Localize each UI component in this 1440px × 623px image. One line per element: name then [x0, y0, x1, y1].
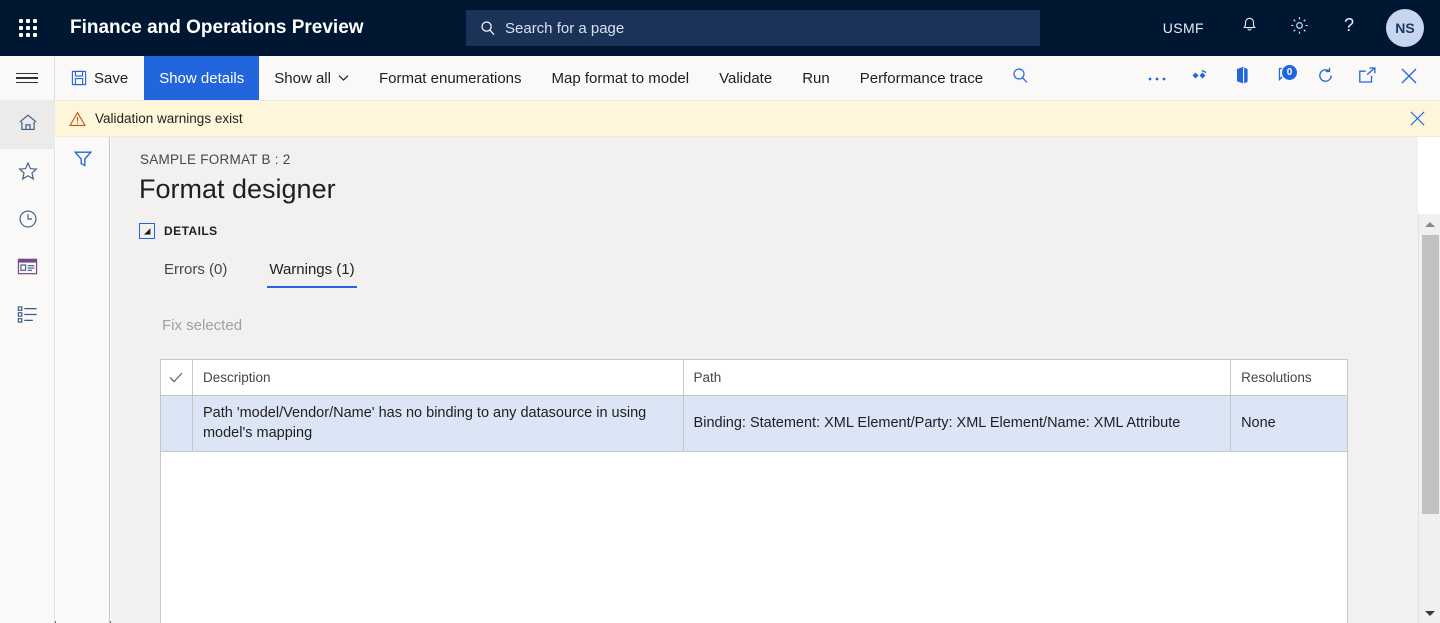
help-question-icon: ? [1339, 15, 1359, 41]
sidebar-item-workspaces[interactable] [0, 245, 55, 293]
left-navigation-rail [0, 101, 55, 623]
save-label: Save [94, 69, 129, 87]
show-all-label: Show all [274, 69, 331, 87]
list-icon [17, 305, 38, 329]
settings-gear-icon [1289, 15, 1310, 41]
column-header-resolutions[interactable]: Resolutions [1231, 360, 1347, 395]
save-button[interactable]: Save [55, 56, 144, 100]
tab-warnings[interactable]: Warnings (1) [267, 257, 357, 288]
cell-resolutions: None [1241, 414, 1276, 431]
refresh-button[interactable] [1304, 56, 1346, 100]
fix-selected-button[interactable]: Fix selected [162, 317, 242, 334]
office-app-button[interactable] [1220, 56, 1262, 100]
filter-pane [56, 137, 110, 623]
grid-select-all-header[interactable] [161, 360, 193, 395]
cell-path: Binding: Statement: XML Element/Party: X… [684, 396, 1232, 452]
map-format-to-model-button[interactable]: Map format to model [537, 56, 705, 100]
svg-text:?: ? [1344, 15, 1354, 35]
chevron-up-icon [1425, 221, 1435, 227]
action-toolbar: Save Show details Show all Format enumer… [0, 56, 1440, 101]
app-launcher-button[interactable] [0, 0, 56, 56]
annotations-button[interactable]: 0 [1262, 56, 1304, 100]
top-navigation-bar: Finance and Operations Preview Search fo… [0, 0, 1440, 56]
collapse-expander-icon [139, 223, 155, 239]
run-button[interactable]: Run [787, 56, 845, 100]
toolbar-search-button[interactable] [998, 56, 1043, 100]
popout-icon [1358, 67, 1377, 89]
cell-description: Path 'model/Vendor/Name' has no binding … [193, 396, 684, 452]
sidebar-item-modules[interactable] [0, 293, 55, 341]
close-form-button[interactable] [1388, 56, 1430, 100]
annotation-count-badge: 0 [1281, 64, 1298, 81]
waffle-icon [19, 19, 37, 37]
validation-tabs: Errors (0) Warnings (1) [162, 257, 395, 288]
page-search-input[interactable]: Search for a page [466, 10, 1040, 46]
breadcrumb: SAMPLE FORMAT B : 2 [140, 152, 291, 167]
table-row[interactable]: Path 'model/Vendor/Name' has no binding … [161, 396, 1347, 453]
navigation-menu-button[interactable] [0, 56, 55, 100]
settings-button[interactable] [1280, 0, 1318, 56]
message-bar-close-button[interactable] [1409, 110, 1426, 127]
notifications-button[interactable] [1230, 0, 1268, 56]
home-icon [18, 113, 38, 137]
search-placeholder: Search for a page [505, 19, 625, 37]
details-section-label: DETAILS [164, 224, 218, 238]
details-section-header[interactable]: DETAILS [139, 223, 218, 239]
search-icon [480, 20, 496, 36]
performance-trace-button[interactable]: Performance trace [845, 56, 998, 100]
filter-funnel-icon [73, 149, 93, 174]
validate-button[interactable]: Validate [704, 56, 787, 100]
office-app-icon [1233, 66, 1249, 90]
scrollbar-thumb[interactable] [1422, 235, 1439, 514]
row-checkbox[interactable] [161, 396, 193, 452]
app-window: Finance and Operations Preview Search fo… [0, 0, 1440, 623]
show-all-menu[interactable]: Show all [259, 56, 364, 100]
show-details-button[interactable]: Show details [144, 56, 260, 100]
search-icon [1012, 67, 1029, 89]
help-button[interactable]: ? [1330, 0, 1368, 56]
grid-empty-area [161, 452, 1347, 623]
chevron-down-icon [1425, 610, 1435, 616]
scroll-down-button[interactable] [1419, 603, 1440, 623]
main-content-area: SAMPLE FORMAT B : 2 Format designer DETA… [111, 137, 1418, 623]
save-disk-icon [71, 70, 87, 86]
share-button[interactable] [1178, 56, 1220, 100]
refresh-icon [1316, 66, 1335, 90]
workspace-icon [17, 258, 38, 280]
scroll-up-button[interactable] [1419, 214, 1440, 234]
clock-icon [18, 209, 38, 234]
vertical-scrollbar[interactable] [1418, 214, 1440, 623]
overflow-menu-button[interactable] [1136, 56, 1178, 100]
filter-button[interactable] [56, 137, 110, 185]
warning-triangle-icon [69, 111, 86, 127]
toolbar-right-actions: 0 [1136, 56, 1440, 100]
sidebar-item-home[interactable] [0, 101, 55, 149]
tab-errors[interactable]: Errors (0) [162, 257, 229, 288]
app-title: Finance and Operations Preview [70, 17, 364, 38]
sidebar-item-favorites[interactable] [0, 149, 55, 197]
avatar[interactable]: NS [1386, 9, 1424, 47]
validation-message-text: Validation warnings exist [95, 111, 243, 126]
validation-message-bar: Validation warnings exist [55, 101, 1440, 137]
share-icon [1189, 69, 1209, 88]
chevron-down-icon [338, 74, 349, 82]
star-icon [17, 161, 38, 186]
top-bar-right-actions: USMF ? NS [1163, 0, 1440, 56]
close-icon [1400, 67, 1418, 90]
notifications-bell-icon [1240, 16, 1259, 40]
column-header-description[interactable]: Description [193, 360, 684, 395]
column-header-path[interactable]: Path [684, 360, 1232, 395]
sidebar-item-recent[interactable] [0, 197, 55, 245]
company-selector[interactable]: USMF [1163, 20, 1204, 36]
overflow-ellipsis-icon [1147, 69, 1167, 87]
popout-button[interactable] [1346, 56, 1388, 100]
hamburger-icon [16, 70, 38, 87]
format-enumerations-button[interactable]: Format enumerations [364, 56, 537, 100]
page-title: Format designer [139, 174, 336, 204]
grid-header-row: Description Path Resolutions [161, 360, 1347, 396]
warnings-grid: Description Path Resolutions Path 'model… [160, 359, 1348, 623]
